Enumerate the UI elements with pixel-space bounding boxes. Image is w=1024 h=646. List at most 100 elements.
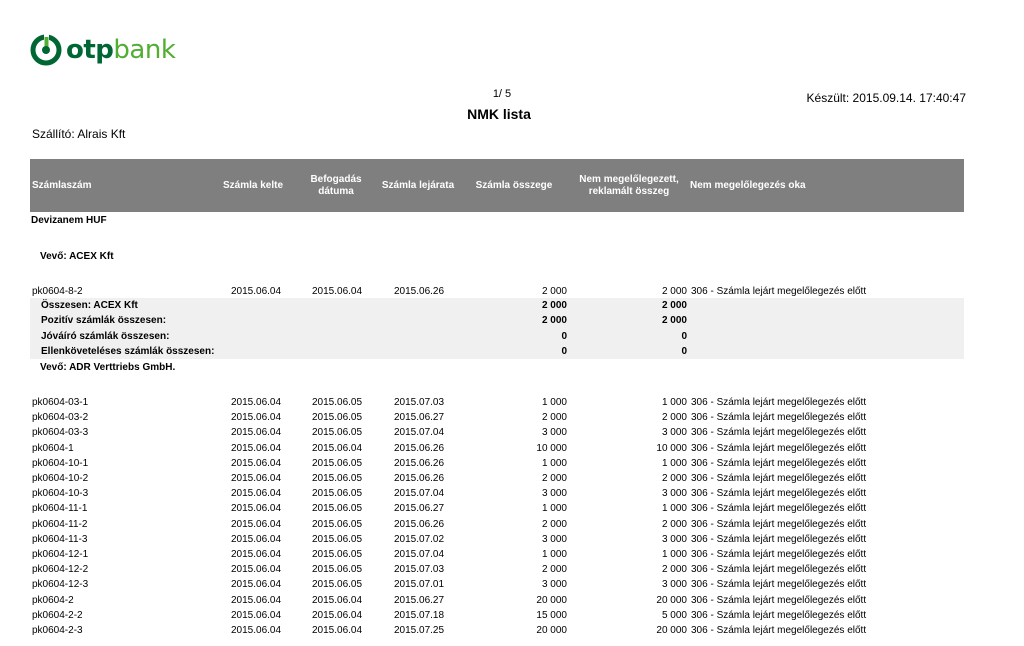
cell-reason: 306 - Számla lejárt megelőlegezés előtt: [691, 412, 867, 423]
cell-accepted: 2015.06.05: [312, 473, 363, 484]
table-row: pk0604-03-1 2015.06.04 2015.06.05 2015.07.0…: [30, 395, 964, 410]
cell-date: 2015.06.04: [231, 458, 282, 469]
cell-reason: 306 - Számla lejárt megelőlegezés előtt: [691, 564, 867, 575]
cell-accepted: 2015.06.04: [312, 595, 363, 606]
cell-date: 2015.06.04: [231, 595, 282, 606]
col-header-date: Számla kelte: [222, 179, 284, 191]
table-row: pk0604-03-2 2015.06.04 2015.06.05 2015.06.2…: [30, 410, 964, 425]
cell-number: pk0604-03-2: [32, 412, 89, 423]
cell-number: pk0604-03-1: [32, 397, 89, 408]
cell-due: 2015.07.03: [394, 397, 445, 408]
table-row: pk0604-03-3 2015.06.04 2015.06.05 2015.07.0…: [30, 425, 964, 440]
cell-date: 2015.06.04: [231, 549, 282, 560]
cell-number: pk0604-10-1: [32, 458, 89, 469]
cell-due: 2015.06.26: [394, 443, 445, 454]
cell-number: pk0604-11-1: [32, 503, 88, 514]
cell-unadvanced: 10 000: [656, 443, 687, 454]
cell-number: pk0604-11-2: [32, 519, 88, 530]
cell-unadvanced: 3 000: [661, 579, 687, 590]
cell-amount: 20 000: [536, 595, 567, 606]
page-title: NMK lista: [467, 106, 531, 122]
cell-number: pk0604-12-2: [32, 564, 89, 575]
cell-reason: 306 - Számla lejárt megelőlegezés előtt: [691, 488, 867, 499]
cell-amount: 20 000: [536, 625, 567, 636]
table-row: pk0604-12-1 2015.06.04 2015.06.05 2015.07.0…: [30, 547, 964, 562]
cell-reason: 306 - Számla lejárt megelőlegezés előtt: [691, 625, 867, 636]
cell-reason: 306 - Számla lejárt megelőlegezés előtt: [691, 610, 867, 621]
cell-accepted: 2015.06.05: [312, 503, 363, 514]
otp-logo-icon: [30, 34, 62, 66]
cell-reason: 306 - Számla lejárt megelőlegezés előtt: [691, 549, 867, 560]
summary-label: Pozitív számlák összesen:: [41, 315, 167, 326]
summary-unadvanced: 2 000: [661, 315, 687, 326]
table-row: pk0604-12-2 2015.06.04 2015.06.05 2015.07.0…: [30, 562, 964, 577]
cell-unadvanced: 2 000: [661, 519, 687, 530]
cell-number: pk0604-12-1: [32, 549, 89, 560]
cell-amount: 2 000: [541, 519, 567, 530]
cell-accepted: 2015.06.04: [312, 610, 363, 621]
summary-amount: 2 000: [541, 300, 567, 311]
col-header-accepted: Befogadás dátuma: [310, 173, 362, 197]
table-row: pk0604-2 2015.06.04 2015.06.04 2015.06.27 20…: [30, 593, 964, 608]
summary-row: Pozitív számlák összesen: 2 000 2 000: [30, 313, 964, 328]
cell-date: 2015.06.04: [231, 443, 282, 454]
table-row: pk0604-10-2 2015.06.04 2015.06.05 2015.06.2…: [30, 471, 964, 486]
table-row: pk0604-1 2015.06.04 2015.06.04 2015.06.26 10…: [30, 441, 964, 456]
cell-date: 2015.06.04: [231, 610, 282, 621]
cell-unadvanced: 20 000: [656, 595, 687, 606]
cell-due: 2015.06.26: [394, 519, 445, 530]
cell-due: 2015.07.04: [394, 427, 445, 438]
table-row: pk0604-2-3 2015.06.04 2015.06.04 2015.07.25…: [30, 623, 964, 638]
summary-unadvanced: 2 000: [661, 300, 687, 311]
cell-reason: 306 - Számla lejárt megelőlegezés előtt: [691, 286, 867, 297]
cell-unadvanced: 1 000: [661, 397, 687, 408]
cell-due: 2015.06.26: [394, 473, 445, 484]
cell-date: 2015.06.04: [231, 503, 282, 514]
cell-amount: 1 000: [541, 503, 567, 514]
cell-date: 2015.06.04: [231, 286, 282, 297]
cell-accepted: 2015.06.05: [312, 579, 363, 590]
cell-amount: 3 000: [541, 534, 567, 545]
buyer-label: Vevő: ADR Verttriebs GmbH.: [40, 362, 176, 373]
cell-accepted: 2015.06.05: [312, 564, 363, 575]
cell-accepted: 2015.06.04: [312, 625, 363, 636]
cell-due: 2015.07.04: [394, 488, 445, 499]
cell-reason: 306 - Számla lejárt megelőlegezés előtt: [691, 427, 867, 438]
cell-date: 2015.06.04: [231, 534, 282, 545]
created-timestamp: Készült: 2015.09.14. 17:40:47: [806, 91, 966, 105]
cell-amount: 2 000: [541, 564, 567, 575]
cell-amount: 3 000: [541, 488, 567, 499]
cell-amount: 2 000: [541, 286, 567, 297]
cell-date: 2015.06.04: [231, 625, 282, 636]
cell-due: 2015.06.26: [394, 286, 445, 297]
table-row: pk0604-8-2 2015.06.04 2015.06.04 2015.06…: [30, 284, 964, 299]
cell-reason: 306 - Számla lejárt megelőlegezés előtt: [691, 534, 867, 545]
cell-due: 2015.06.27: [394, 595, 445, 606]
col-header-number: Számlaszám: [32, 179, 92, 191]
cell-number: pk0604-10-3: [32, 488, 89, 499]
cell-accepted: 2015.06.05: [312, 534, 363, 545]
cell-number: pk0604-2: [32, 595, 74, 606]
cell-due: 2015.07.03: [394, 564, 445, 575]
cell-amount: 2 000: [541, 473, 567, 484]
cell-date: 2015.06.04: [231, 519, 282, 530]
cell-amount: 10 000: [536, 443, 567, 454]
cell-due: 2015.07.25: [394, 625, 445, 636]
summary-row: Ellenköveteléses számlák összesen: 0 0: [30, 344, 964, 359]
cell-due: 2015.06.27: [394, 503, 445, 514]
cell-number: pk0604-10-2: [32, 473, 89, 484]
cell-date: 2015.06.04: [231, 412, 282, 423]
summary-row: Jóváíró számlák összesen: 0 0: [30, 329, 964, 344]
summary-unadvanced: 0: [681, 346, 687, 357]
cell-reason: 306 - Számla lejárt megelőlegezés előtt: [691, 579, 867, 590]
cell-amount: 1 000: [541, 549, 567, 560]
table-row: pk0604-12-3 2015.06.04 2015.06.05 2015.07.0…: [30, 577, 964, 592]
cell-number: pk0604-1: [32, 443, 74, 454]
cell-date: 2015.06.04: [231, 427, 282, 438]
summary-amount: 0: [561, 346, 567, 357]
table-header: Számlaszám Számla kelte Befogadás dátuma…: [30, 159, 964, 212]
cell-reason: 306 - Számla lejárt megelőlegezés előtt: [691, 458, 867, 469]
cell-number: pk0604-12-3: [32, 579, 89, 590]
logo-wordmark: otpbank: [66, 35, 176, 65]
table-row: pk0604-11-3 2015.06.04 2015.06.05 2015.07.0…: [30, 532, 964, 547]
